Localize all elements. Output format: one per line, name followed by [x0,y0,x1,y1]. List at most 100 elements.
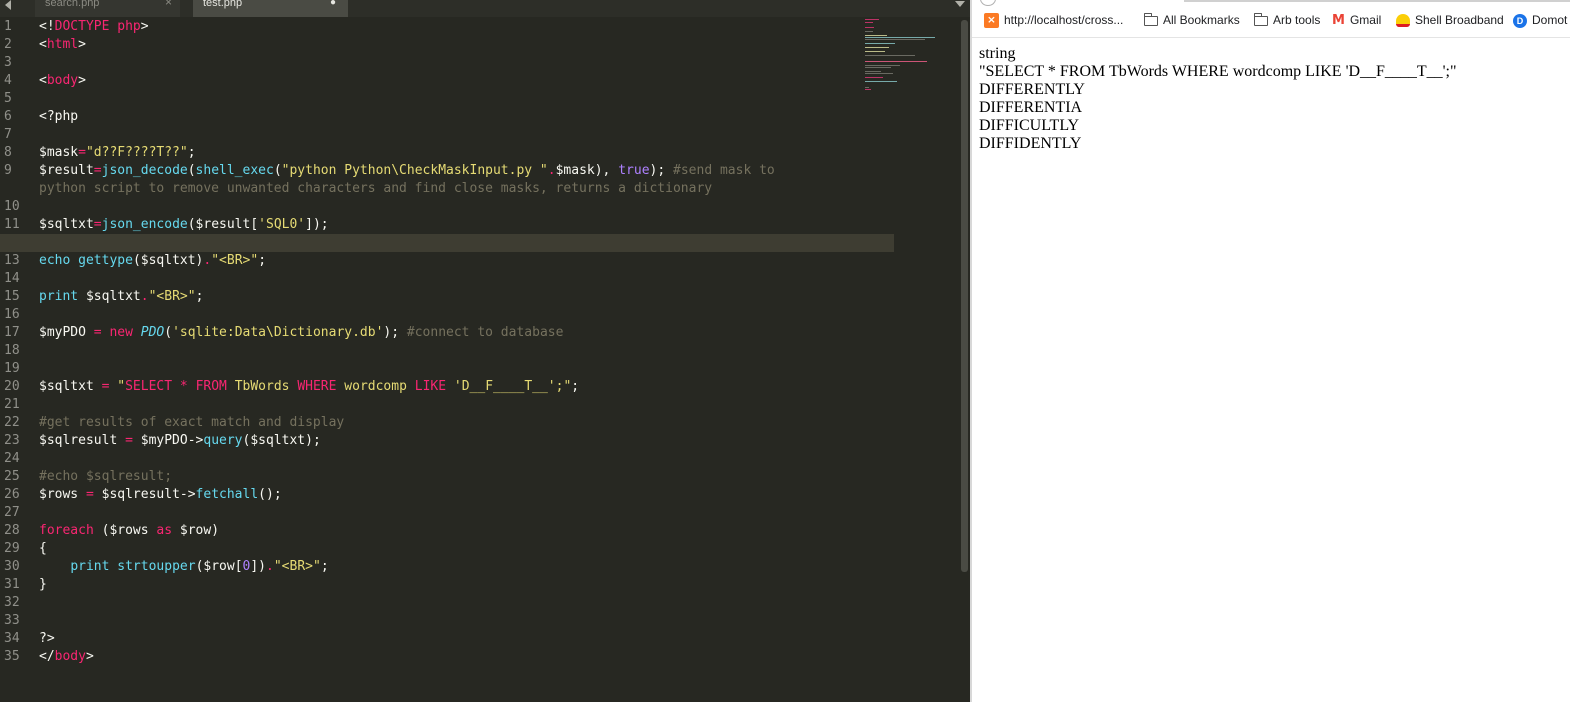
shell-icon [1396,14,1410,28]
line-number: 18 [4,343,20,358]
line-number: 35 [4,649,20,664]
line-number: 10 [4,199,20,214]
code-line-35: </body> [39,649,94,664]
page-output: string "SELECT * FROM TbWords WHERE word… [979,45,1457,153]
tab-search-php[interactable]: search.php × [35,0,180,17]
line-number: 33 [4,613,20,628]
line-number: 4 [4,73,12,88]
line-number: 28 [4,523,20,538]
line-number: 26 [4,487,20,502]
output-line: "SELECT * FROM TbWords WHERE wordcomp LI… [979,63,1457,80]
bookmark-localhost[interactable]: ⨯ http://localhost/cross... [984,11,1123,29]
code-line-23: $sqlresult = $myPDO->query($sqltxt); [39,433,321,448]
line-number: 2 [4,37,12,52]
tab-list-dropdown-icon[interactable] [955,1,965,7]
code-line-11: $sqltxt=json_encode($result['SQL0']); [39,217,329,232]
bookmark-label: All Bookmarks [1163,13,1240,27]
code-line-20: $sqltxt = "SELECT * FROM TbWords WHERE w… [39,379,580,394]
line-number: 8 [4,145,12,160]
line-number: 15 [4,289,20,304]
line-number [0,180,34,198]
line-number: 1 [4,19,12,34]
reload-icon[interactable] [980,0,996,6]
line-number: 5 [4,91,12,106]
code-line-8: $mask="d??F????T??"; [39,145,196,160]
line-number: 16 [4,307,20,322]
line-number: 25 [4,469,20,484]
line-number: 24 [4,451,20,466]
vertical-scrollbar[interactable] [961,20,968,572]
line-number: 13 [4,253,20,268]
bookmark-gmail[interactable]: M Gmail [1332,11,1381,29]
line-number: 29 [4,541,20,556]
output-line: string [979,45,1016,62]
bookmark-label: Arb tools [1273,13,1321,27]
bookmark-label: http://localhost/cross... [1004,13,1124,27]
code-line-26: $rows = $sqlresult->fetchall(); [39,487,282,502]
code-line-30: print strtoupper($row[0])."<BR>"; [70,559,329,574]
address-bar-edge[interactable] [1184,0,1570,2]
line-number: 23 [4,433,20,448]
browser-window: ⨯ http://localhost/cross... All Bookmarks… [970,0,1570,702]
close-icon[interactable]: × [165,0,172,8]
tab-label: test.php [203,0,243,9]
line-number: 22 [4,415,20,430]
minimap[interactable] [865,18,940,98]
code-line-34: ?> [39,631,55,646]
output-line: DIFFIDENTLY [979,135,1082,152]
line-number: 21 [4,397,20,412]
xampp-icon: ⨯ [984,13,999,29]
line-number: 7 [4,127,12,142]
line-number: 27 [4,505,20,520]
code-line-9: $result=json_decode(shell_exec("python P… [39,163,775,178]
code-line-15: print $sqltxt."<BR>"; [39,289,204,304]
code-line-31: } [39,577,47,592]
tab-scroll-left-icon[interactable] [5,0,11,10]
code-line-17: $myPDO = new PDO('sqlite:Data\Dictionary… [39,325,564,340]
line-number: 9 [4,163,12,178]
code-line-29: { [39,541,47,556]
code-area[interactable]: <!DOCTYPE php> <html> <body> <?php $mask… [0,18,894,666]
code-line-2: <html> [39,37,86,52]
unsaved-dot-icon[interactable]: ● [330,0,336,8]
bookmark-label: Gmail [1349,13,1382,27]
code-line-6: <?php [39,109,79,124]
bookmark-shell-broadband[interactable]: Shell Broadband [1396,11,1504,29]
bookmark-all-bookmarks[interactable]: All Bookmarks [1143,11,1240,29]
bookmark-label: Domot [1532,13,1568,27]
tab-test-php[interactable]: test.php ● [193,0,348,17]
code-line-13: echo gettype($sqltxt)."<BR>"; [39,253,267,268]
line-number: 30 [4,559,20,574]
line-number: 11 [4,217,20,232]
line-number: 34 [4,631,20,646]
line-number: 3 [4,55,12,70]
code-line-25: #echo $sqlresult; [39,469,173,484]
output-line: DIFFERENTLY [979,81,1085,98]
code-line-22: #get results of exact match and display [39,415,345,430]
output-line: DIFFERENTIA [979,99,1083,116]
line-number: 17 [4,325,20,340]
code-editor[interactable]: search.php × test.php ● 1234567891011121… [0,0,970,702]
line-number: 19 [4,361,20,376]
code-line-12-current [0,234,894,252]
bookmark-label: Shell Broadband [1415,13,1504,27]
line-number: 32 [4,595,20,610]
bookmark-domotz[interactable]: D Domot [1513,11,1567,29]
code-line-1: <!DOCTYPE php> [39,19,149,34]
folder-icon [1253,12,1268,26]
tab-label: search.php [45,0,100,9]
code-line-9-wrap: python script to remove unwanted charact… [39,181,713,196]
bookmark-arb-tools[interactable]: Arb tools [1253,11,1321,29]
